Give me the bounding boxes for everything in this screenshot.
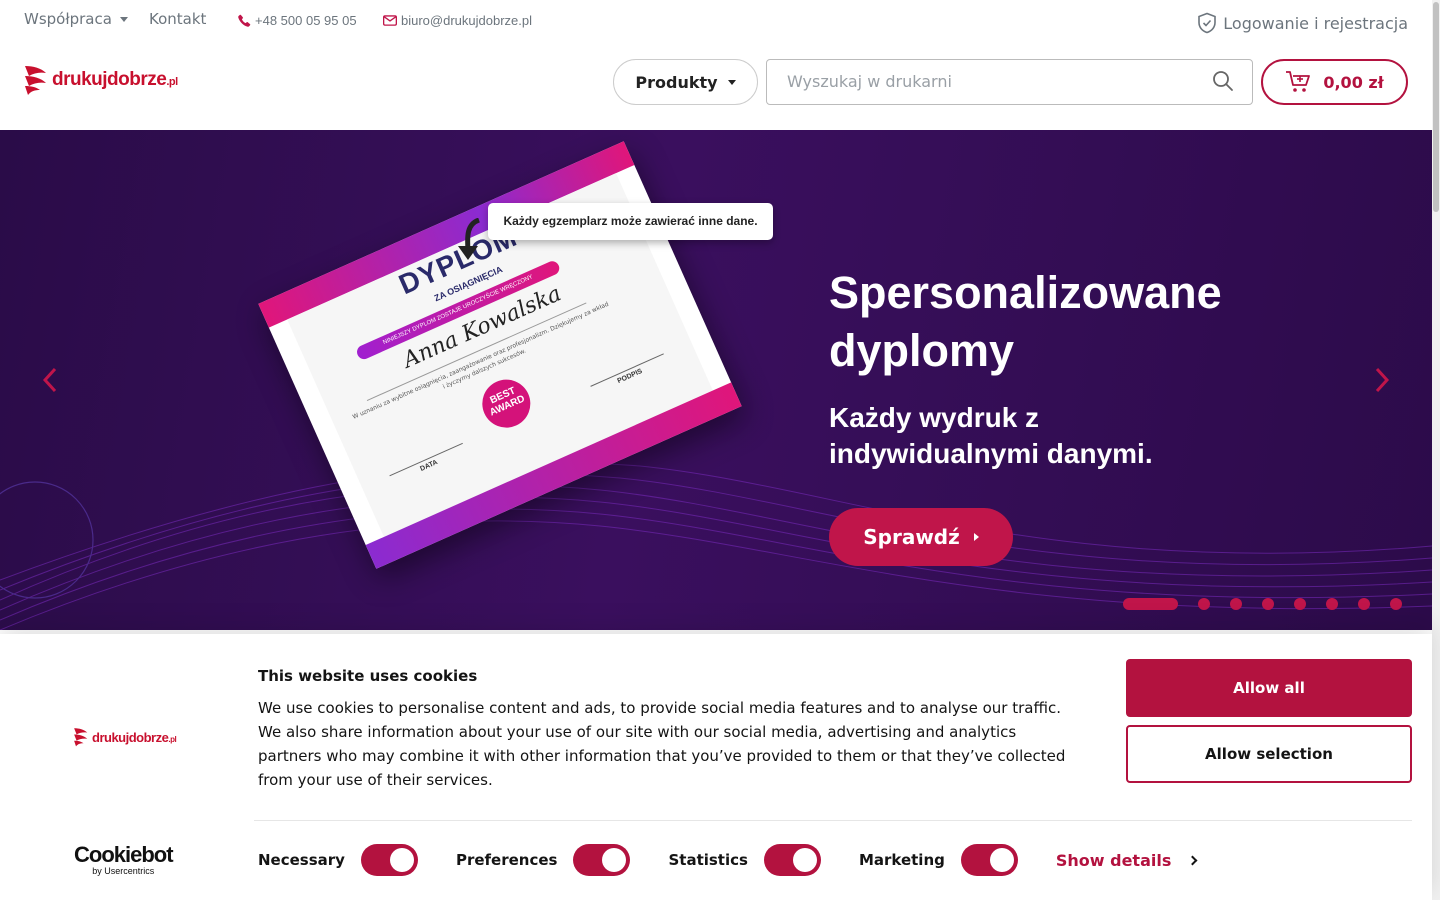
logo-main-text: drukujdobrze (52, 69, 167, 90)
statistics-switch[interactable] (763, 844, 821, 876)
necessary-switch[interactable] (360, 844, 418, 876)
slide-dot-1[interactable] (1123, 598, 1178, 610)
toggle-statistics: Statistics (668, 844, 821, 876)
cart-total: 0,00 zł (1323, 72, 1384, 92)
caret-right-icon (973, 533, 979, 541)
shield-check-icon (1198, 12, 1217, 34)
slider-pagination (1123, 598, 1402, 610)
cookie-divider (254, 820, 1412, 821)
logo-main-text: drukujdobrze (92, 729, 169, 745)
logo-mark-icon (25, 66, 46, 95)
hero-slider: DYPLOM ZA OSIĄGNIĘCIA NINIEJSZY DYPLOM Z… (0, 130, 1432, 630)
envelope-icon (383, 15, 397, 26)
switch-knob (989, 848, 1014, 872)
cookie-consent-banner: drukujdobrze.pl Cookiebot by Usercentric… (0, 634, 1432, 900)
cart-icon (1286, 71, 1311, 92)
login-label: Logowanie i rejestracja (1223, 13, 1408, 33)
email-link[interactable]: biuro@drukujdobrze.pl (383, 13, 532, 28)
top-bar: Współpraca Kontakt +48 500 05 95 05 biur… (0, 0, 1432, 44)
contact-link[interactable]: Kontakt (149, 10, 206, 28)
slide-dot-3[interactable] (1230, 598, 1242, 610)
toggle-label: Statistics (668, 851, 748, 869)
logo-tld-text: .pl (166, 76, 178, 88)
check-cta-button[interactable]: Sprawdź (829, 508, 1013, 566)
site-logo[interactable]: drukujdobrze.pl (24, 64, 178, 96)
cta-label: Sprawdź (863, 525, 960, 549)
cooperation-menu[interactable]: Współpraca (24, 10, 128, 28)
cookie-banner-logo: drukujdobrze.pl (73, 727, 177, 747)
slide-dot-7[interactable] (1358, 598, 1370, 610)
phone-number: +48 500 05 95 05 (255, 13, 357, 28)
toggle-label: Necessary (258, 851, 345, 869)
contact-label: Kontakt (149, 10, 207, 28)
phone-link[interactable]: +48 500 05 95 05 (238, 13, 357, 28)
arrow-down-icon (458, 218, 481, 260)
email-address: biuro@drukujdobrze.pl (401, 13, 532, 28)
slide-dot-5[interactable] (1294, 598, 1306, 610)
toggle-necessary: Necessary (258, 844, 418, 876)
show-details-label: Show details (1055, 850, 1172, 870)
chevron-down-icon (119, 16, 128, 22)
switch-knob (389, 848, 414, 872)
toggle-preferences: Preferences (456, 844, 631, 876)
consent-toggles: Necessary Preferences Statistics Marketi… (258, 844, 1198, 876)
scrollbar-thumb[interactable] (1433, 2, 1439, 212)
show-details-link[interactable]: Show details (1055, 850, 1198, 870)
switch-knob (792, 848, 817, 872)
slide-dot-8[interactable] (1390, 598, 1402, 610)
hero-subtitle: Każdy wydruk z indywidualnymi danymi. (829, 402, 1153, 469)
login-register-link[interactable]: Logowanie i rejestracja (1197, 12, 1408, 34)
personalization-tooltip: Każdy egzemplarz może zawierać inne dane… (488, 203, 773, 240)
page-scrollbar[interactable] (1432, 0, 1440, 900)
cookiebot-logo[interactable]: Cookiebot by Usercentrics (74, 842, 174, 877)
allow-selection-button[interactable]: Allow selection (1126, 725, 1412, 783)
logo-tld-text: .pl (168, 734, 177, 744)
cookie-title: This website uses cookies (258, 667, 478, 685)
logo-mark-icon (74, 728, 88, 747)
products-dropdown-button[interactable]: Produkty (613, 59, 758, 105)
next-slide-arrow-icon[interactable] (1372, 366, 1392, 394)
phone-icon (238, 14, 251, 27)
cooperation-label: Współpraca (24, 10, 112, 28)
search-icon[interactable] (1212, 70, 1234, 96)
chevron-right-icon (1187, 855, 1198, 865)
logo-text: drukujdobrze.pl (52, 69, 178, 91)
search-input[interactable] (787, 72, 1187, 91)
toggle-label: Marketing (858, 851, 945, 869)
slide-dot-4[interactable] (1262, 598, 1274, 610)
toggle-marketing: Marketing (859, 844, 1018, 876)
toggle-label: Preferences (455, 851, 558, 869)
search-box (766, 59, 1253, 105)
chevron-down-icon (727, 79, 736, 85)
page: Współpraca Kontakt +48 500 05 95 05 biur… (0, 0, 1440, 900)
hero-title: Spersonalizowane dyplomy (829, 267, 1222, 376)
cart-button[interactable]: 0,00 zł (1261, 59, 1408, 105)
switch-knob (602, 848, 627, 872)
cookie-description: We use cookies to personalise content an… (258, 699, 1066, 789)
preferences-switch[interactable] (573, 844, 631, 876)
cookiebot-wordmark: Cookiebot (74, 842, 174, 867)
marketing-switch[interactable] (960, 844, 1018, 876)
slide-dot-2[interactable] (1198, 598, 1210, 610)
products-label: Produkty (635, 72, 718, 92)
logo-text: drukujdobrze.pl (92, 729, 177, 745)
cookiebot-byline: by Usercentrics (92, 866, 155, 876)
allow-all-button[interactable]: Allow all (1126, 659, 1412, 717)
slide-dot-6[interactable] (1326, 598, 1338, 610)
prev-slide-arrow-icon[interactable] (40, 366, 60, 394)
